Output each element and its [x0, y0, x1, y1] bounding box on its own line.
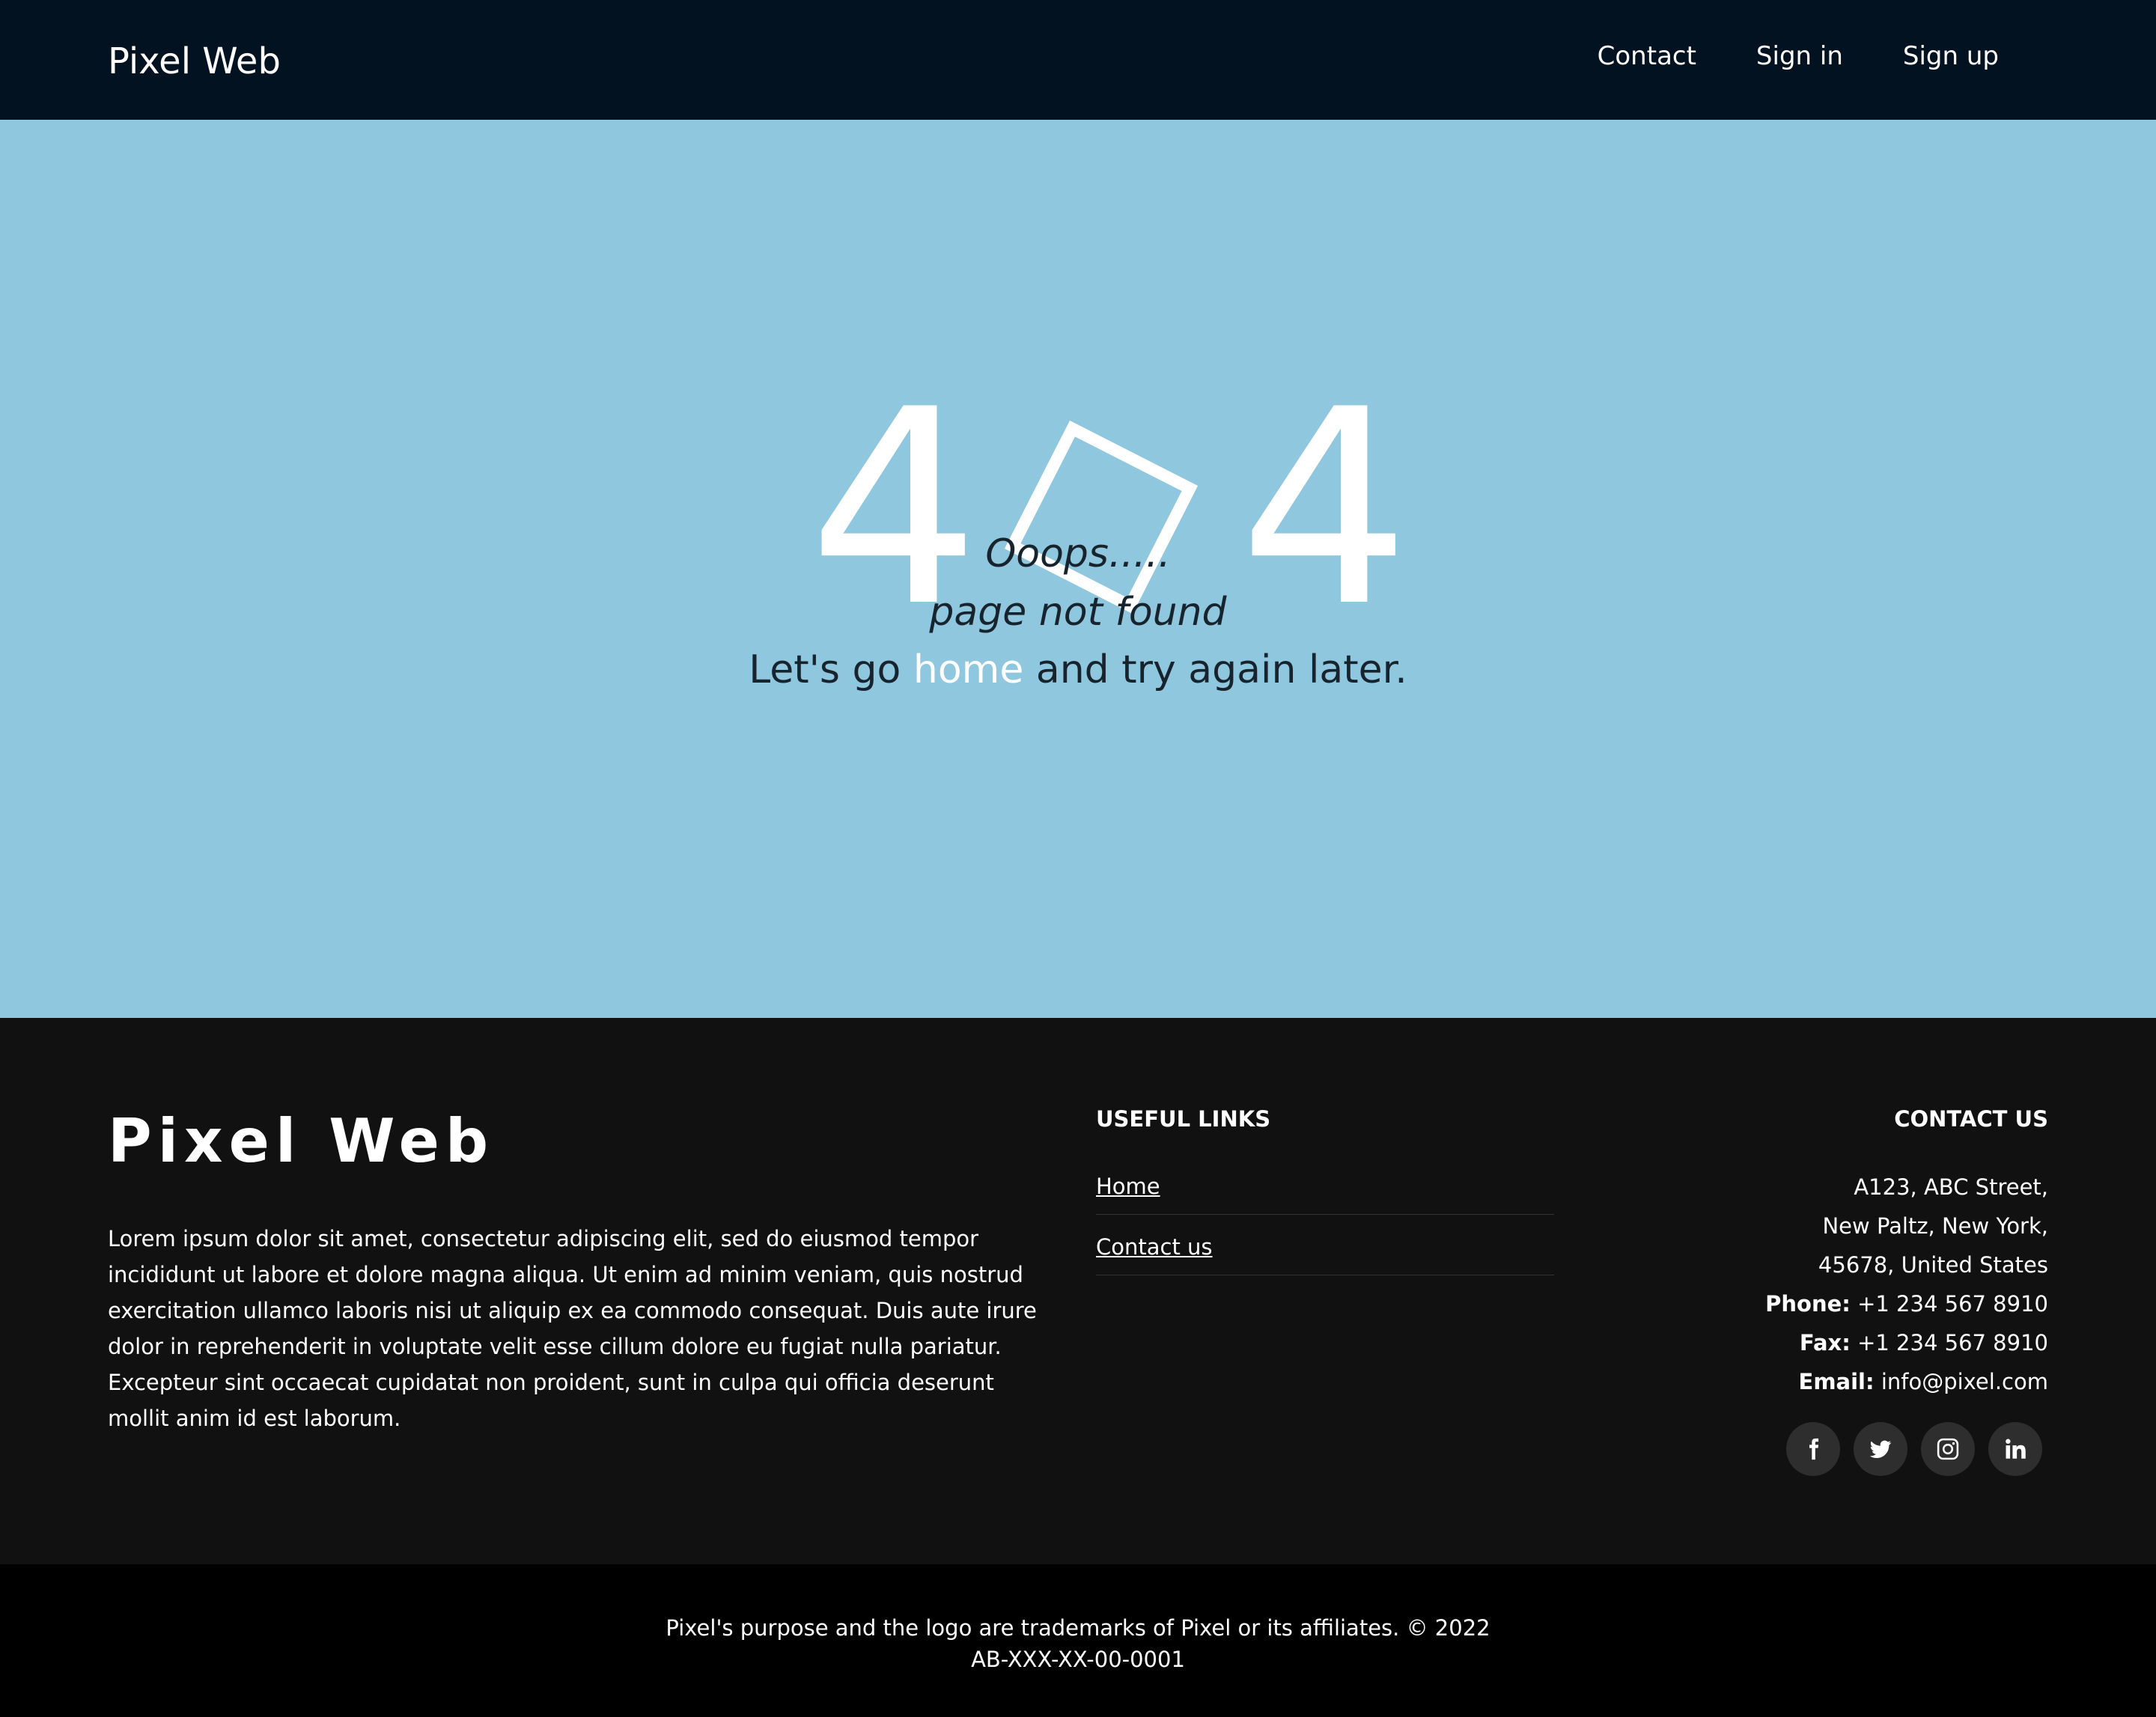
error-hero: 4 4 Ooops..... page not found Let's go h… — [0, 120, 2156, 1018]
footer: Pixel Web Lorem ipsum dolor sit amet, co… — [0, 1018, 2156, 1564]
copyright-bar: Pixel's purpose and the logo are tradema… — [0, 1564, 2156, 1717]
facebook-button[interactable] — [1786, 1422, 1840, 1476]
footer-link-home[interactable]: Home — [1096, 1174, 1160, 1199]
address-line-1: A123, ABC Street, — [1854, 1174, 2048, 1200]
fax-row: Fax: +1 234 567 8910 — [1765, 1323, 2048, 1362]
document-code: AB-XXX-XX-00-0001 — [971, 1647, 1185, 1672]
fax-value: +1 234 567 8910 — [1857, 1330, 2048, 1355]
fax-label: Fax: — [1799, 1330, 1851, 1355]
linkedin-button[interactable] — [1988, 1422, 2042, 1476]
twitter-button[interactable] — [1854, 1422, 1907, 1476]
useful-links-list: Home Contact us — [1096, 1165, 1554, 1275]
nav-link-contact[interactable]: Contact — [1598, 41, 1696, 71]
footer-brand: Pixel Web — [108, 1106, 495, 1176]
nav-link-sign-up[interactable]: Sign up — [1903, 41, 1999, 71]
email-row: Email: info@pixel.com — [1765, 1362, 2048, 1401]
phone-row: Phone: +1 234 567 8910 — [1765, 1284, 2048, 1323]
phone-value: +1 234 567 8910 — [1857, 1291, 2048, 1317]
useful-links: USEFUL LINKS Home Contact us — [1096, 1106, 1554, 1286]
cta-prefix: Let's go — [749, 647, 901, 692]
list-item: Home — [1096, 1165, 1554, 1215]
copyright-text: Pixel's purpose and the logo are tradema… — [666, 1615, 1490, 1641]
linkedin-icon — [2006, 1439, 2026, 1459]
address-line-2: New Paltz, New York, — [1822, 1213, 2048, 1239]
brand-link[interactable]: Pixel Web — [108, 40, 281, 82]
contact-details: A123, ABC Street, New Paltz, New York, 4… — [1765, 1168, 2048, 1401]
address-line-3: 45678, United States — [1818, 1252, 2048, 1278]
contact-us: CONTACT US A123, ABC Street, New Paltz, … — [1765, 1106, 2048, 1476]
footer-link-contact-us[interactable]: Contact us — [1096, 1234, 1213, 1260]
home-link[interactable]: home — [913, 647, 1023, 692]
email-value: info@pixel.com — [1881, 1369, 2048, 1394]
cta-suffix: and try again later. — [1035, 647, 1407, 692]
nav-link-sign-in[interactable]: Sign in — [1756, 41, 1843, 71]
footer-about-text: Lorem ipsum dolor sit amet, consectetur … — [108, 1226, 1037, 1431]
phone-label: Phone: — [1765, 1291, 1851, 1317]
useful-links-title: USEFUL LINKS — [1096, 1106, 1271, 1132]
contact-us-title: CONTACT US — [1894, 1106, 2048, 1132]
twitter-icon — [1869, 1440, 1892, 1459]
ooops-text: Ooops..... — [985, 531, 1171, 576]
facebook-icon — [1809, 1438, 1819, 1460]
instagram-button[interactable] — [1921, 1422, 1975, 1476]
navbar: Pixel Web Contact Sign in Sign up — [0, 0, 2156, 120]
nav-links: Contact Sign in Sign up — [1538, 41, 1999, 71]
return-home-message: Let's go home and try again later. — [0, 647, 2156, 692]
list-item: Contact us — [1096, 1225, 1554, 1275]
tilted-square-icon — [1004, 420, 1199, 614]
not-found-text: page not found — [929, 590, 1227, 635]
instagram-icon — [1937, 1438, 1959, 1460]
social-links — [1765, 1422, 2048, 1476]
email-label: Email: — [1798, 1369, 1875, 1394]
